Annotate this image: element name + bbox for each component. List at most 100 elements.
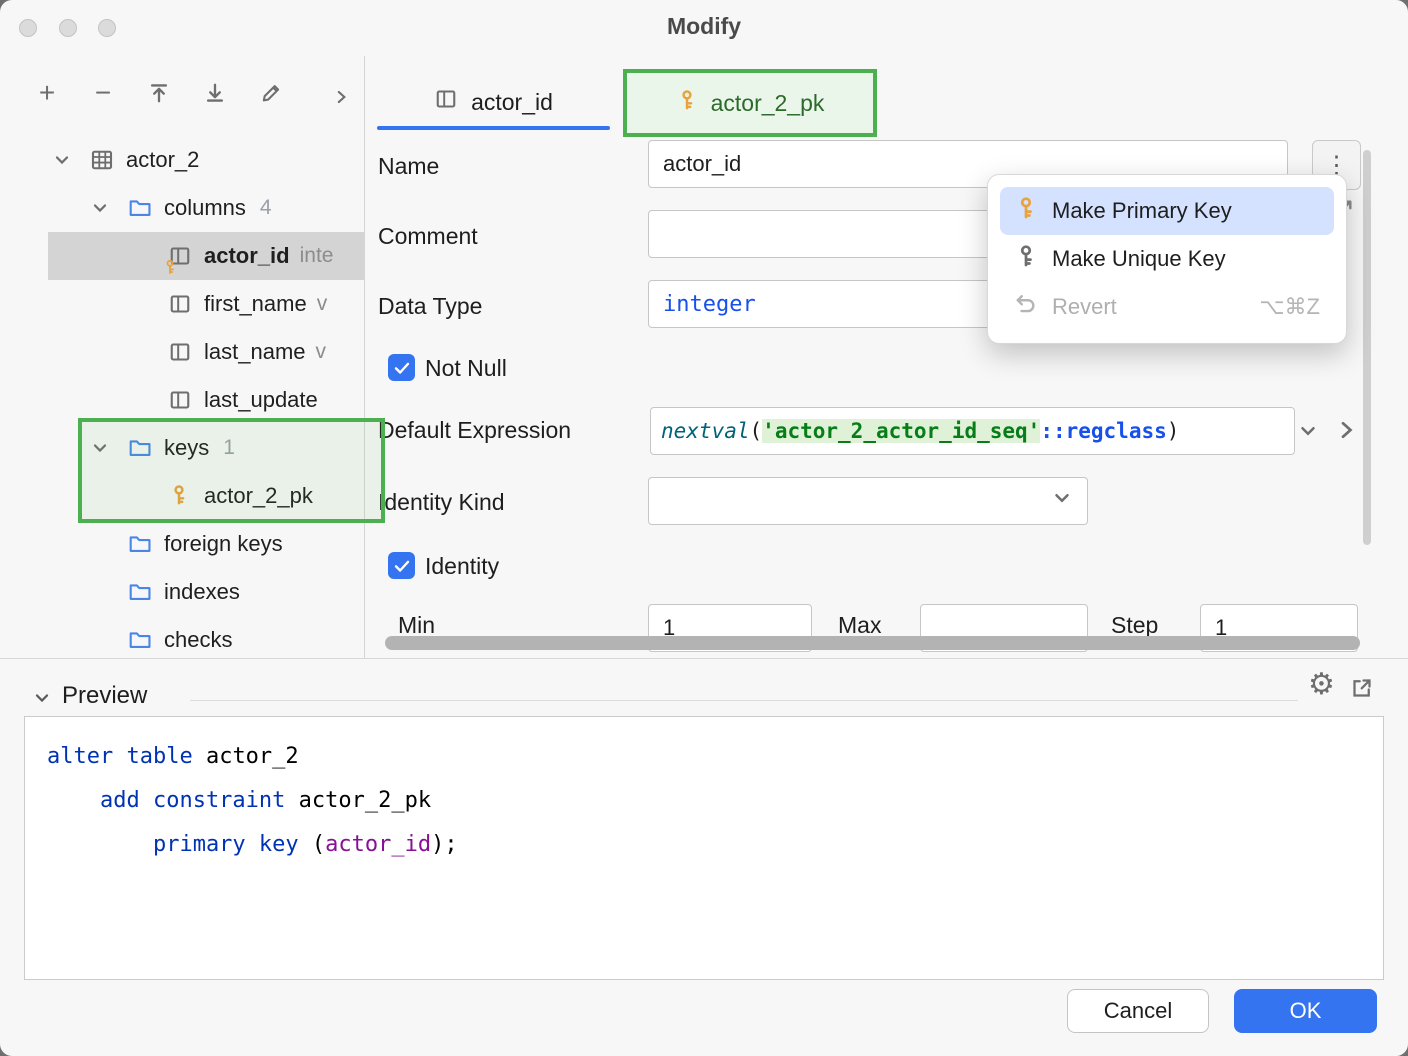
expr-function: nextval [661,419,750,443]
column-icon [168,340,192,364]
data-type-value: integer [663,292,756,317]
remove-glyph: − [95,77,111,109]
add-glyph: + [39,77,55,109]
menu-item-revert[interactable]: Revert ⌥⌘Z [1000,283,1334,331]
sql-identifier: actor_2_pk [285,788,431,813]
move-up-icon[interactable] [146,80,172,106]
ok-button[interactable]: OK [1234,989,1377,1033]
tree-type-hint: v [316,340,327,364]
column-key-icon [168,244,192,268]
tree-label: last_update [204,387,318,413]
sql-column-ref: actor_id [325,832,431,857]
chevron-down-icon[interactable] [90,438,110,458]
active-tab-indicator [377,126,610,130]
preview-separator [190,700,1298,701]
expr-cast: ::regclass [1040,419,1166,443]
tree-item-keys[interactable]: keys 1 [0,424,364,472]
tree-label: foreign keys [164,531,283,557]
tree-item-indexes[interactable]: indexes [0,568,364,616]
menu-item-label: Revert [1052,294,1117,320]
comment-label: Comment [378,223,478,250]
expression-dropdown-chevron-icon[interactable] [1297,420,1319,447]
gear-glyph: ⚙ [1308,668,1335,701]
identity-kind-dropdown[interactable] [648,477,1088,525]
chevron-down-icon[interactable] [52,150,72,170]
vertical-scrollbar[interactable] [1363,150,1371,545]
open-in-editor-icon[interactable] [1350,676,1374,705]
window-title: Modify [0,13,1408,40]
tree-count: 1 [223,436,235,460]
modify-dialog: Modify + − actor_2 [0,0,1408,1056]
expression-expand-chevron-icon[interactable] [1334,418,1358,447]
tab-label: actor_id [471,89,553,116]
max-label: Max [838,612,881,639]
tree-item-last-update[interactable]: last_update [0,376,364,424]
table-icon [90,148,114,172]
gear-icon[interactable]: ⚙ [1308,670,1335,700]
tree-label: actor_2_pk [204,483,313,509]
sql-line: primary key (actor_id); [47,823,1383,867]
tree-label: last_name [204,339,306,365]
tree-item-actor-2-pk[interactable]: actor_2_pk [0,472,364,520]
tree-type-hint: v [317,292,328,316]
add-icon[interactable]: + [34,80,60,106]
default-expression-label: Default Expression [378,417,571,444]
key-icon [1014,196,1038,226]
menu-item-shortcut: ⌥⌘Z [1259,294,1320,320]
identity-kind-label: Identity Kind [378,489,505,516]
menu-item-label: Make Primary Key [1052,198,1232,224]
context-menu: Make Primary Key Make Unique Key Revert … [987,174,1347,344]
chevron-down-icon[interactable] [90,198,110,218]
tree-item-checks[interactable]: checks [0,616,364,658]
step-label: Step [1111,612,1158,639]
tree-type-hint: inte [300,244,334,268]
edit-icon[interactable] [258,80,284,106]
menu-item-make-primary-key[interactable]: Make Primary Key [1000,187,1334,235]
remove-icon[interactable]: − [90,80,116,106]
key-icon [676,89,698,117]
tree-item-last-name[interactable]: last_name v [0,328,364,376]
tab-actor-2-pk[interactable]: actor_2_pk [623,69,877,137]
tree-label: checks [164,627,232,653]
expr-paren-close: ) [1167,419,1180,443]
tree-item-columns[interactable]: columns 4 [0,184,364,232]
menu-item-label: Make Unique Key [1052,246,1226,272]
move-down-icon[interactable] [202,80,228,106]
data-type-label: Data Type [378,293,482,320]
key-icon [1014,244,1038,274]
sql-punct: ( [299,832,326,857]
expr-string: 'actor_2_actor_id_seq' [762,419,1040,443]
titlebar: Modify [0,0,1408,56]
horizontal-scrollbar[interactable] [385,636,1360,650]
collapse-panel-icon[interactable] [332,88,350,111]
tree-item-foreign-keys[interactable]: foreign keys [0,520,364,568]
identity-checkbox[interactable] [388,552,415,579]
folder-icon [128,580,152,604]
tree-item-actor-2[interactable]: actor_2 [0,136,364,184]
column-icon [434,87,458,117]
menu-item-make-unique-key[interactable]: Make Unique Key [1000,235,1334,283]
sql-identifier: actor_2 [193,744,299,769]
tree-label: actor_2 [126,147,199,173]
key-icon [168,484,192,508]
tree-item-actor-id[interactable]: actor_id inte [48,232,364,280]
chevron-down-icon [1051,487,1073,515]
expr-paren-open: ( [750,419,763,443]
min-label: Min [398,612,435,639]
tree-toolbar: + − [34,80,284,106]
tree-count: 4 [260,196,272,220]
cancel-button[interactable]: Cancel [1067,989,1209,1033]
not-null-checkbox[interactable] [388,354,415,381]
tree-label: actor_id [204,243,290,269]
sql-punct: ); [431,832,458,857]
preview-collapse-chevron-icon[interactable] [32,688,52,713]
not-null-label: Not Null [425,355,507,382]
preview-title: Preview [62,682,147,710]
tab-actor-id[interactable]: actor_id [377,74,610,130]
tab-label: actor_2_pk [711,90,825,117]
sql-preview-editor[interactable]: alter table actor_2 add constraint actor… [24,716,1384,980]
tree-label: columns [164,195,246,221]
tree-item-first-name[interactable]: first_name v [0,280,364,328]
default-expression-field[interactable]: nextval('actor_2_actor_id_seq'::regclass… [650,407,1295,455]
tree-label: indexes [164,579,240,605]
